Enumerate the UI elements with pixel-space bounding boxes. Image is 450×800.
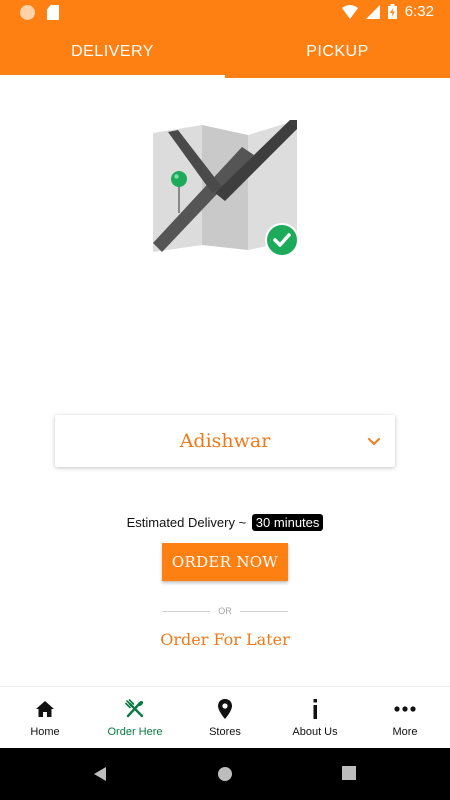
estimated-delivery-badge: 30 minutes <box>251 514 324 531</box>
active-tab-indicator <box>0 75 225 78</box>
bottom-navigation: Home Order Here Stores About Us More <box>0 686 450 748</box>
wifi-icon <box>341 4 358 19</box>
home-icon <box>34 698 56 720</box>
nav-label-home: Home <box>30 725 60 738</box>
nav-label-about-us: About Us <box>292 725 338 738</box>
divider-line-left <box>162 610 211 612</box>
tab-delivery-label: DELIVERY <box>71 43 154 60</box>
info-icon <box>304 698 326 720</box>
order-now-button[interactable]: ORDER NOW <box>162 543 288 581</box>
recents-icon[interactable] <box>342 766 356 780</box>
selected-outlet: Adishwar <box>179 430 271 452</box>
home-circle-icon[interactable] <box>217 766 233 782</box>
estimated-delivery-label: Estimated Delivery ~ <box>126 515 247 530</box>
tab-pickup[interactable]: PICKUP <box>225 26 450 78</box>
nav-label-stores: Stores <box>209 725 241 738</box>
battery-icon <box>387 4 397 19</box>
order-for-later-link[interactable]: Order For Later <box>0 630 450 649</box>
signal-icon <box>365 4 380 19</box>
tab-pickup-label: PICKUP <box>306 43 369 60</box>
nav-item-stores[interactable]: Stores <box>180 687 270 748</box>
back-icon[interactable] <box>93 766 107 782</box>
notification-circle-icon <box>20 5 35 20</box>
estimated-delivery: Estimated Delivery ~ 30 minutes <box>0 514 450 531</box>
fork-knife-icon <box>124 698 146 720</box>
nav-item-home[interactable]: Home <box>0 687 90 748</box>
nav-item-about-us[interactable]: About Us <box>270 687 360 748</box>
or-label: OR <box>218 606 232 616</box>
status-time: 6:32 <box>404 3 434 20</box>
outlet-select-dropdown[interactable]: Adishwar <box>55 415 395 467</box>
map-location-illustration <box>153 120 299 257</box>
nav-item-more[interactable]: More <box>360 687 450 748</box>
or-divider: OR <box>162 604 288 618</box>
order-type-tabs: DELIVERY PICKUP <box>0 26 450 78</box>
nav-label-more: More <box>392 725 418 738</box>
sd-card-icon <box>47 5 59 20</box>
nav-label-order-here: Order Here <box>107 725 163 738</box>
nav-item-order-here[interactable]: Order Here <box>90 687 180 748</box>
location-pin-icon <box>214 698 236 720</box>
more-dots-icon <box>394 698 416 720</box>
divider-line-right <box>239 610 288 612</box>
status-bar: 6:32 <box>0 0 450 26</box>
system-navigation-bar <box>0 748 450 800</box>
tab-delivery[interactable]: DELIVERY <box>0 26 225 78</box>
chevron-down-icon <box>368 438 380 446</box>
